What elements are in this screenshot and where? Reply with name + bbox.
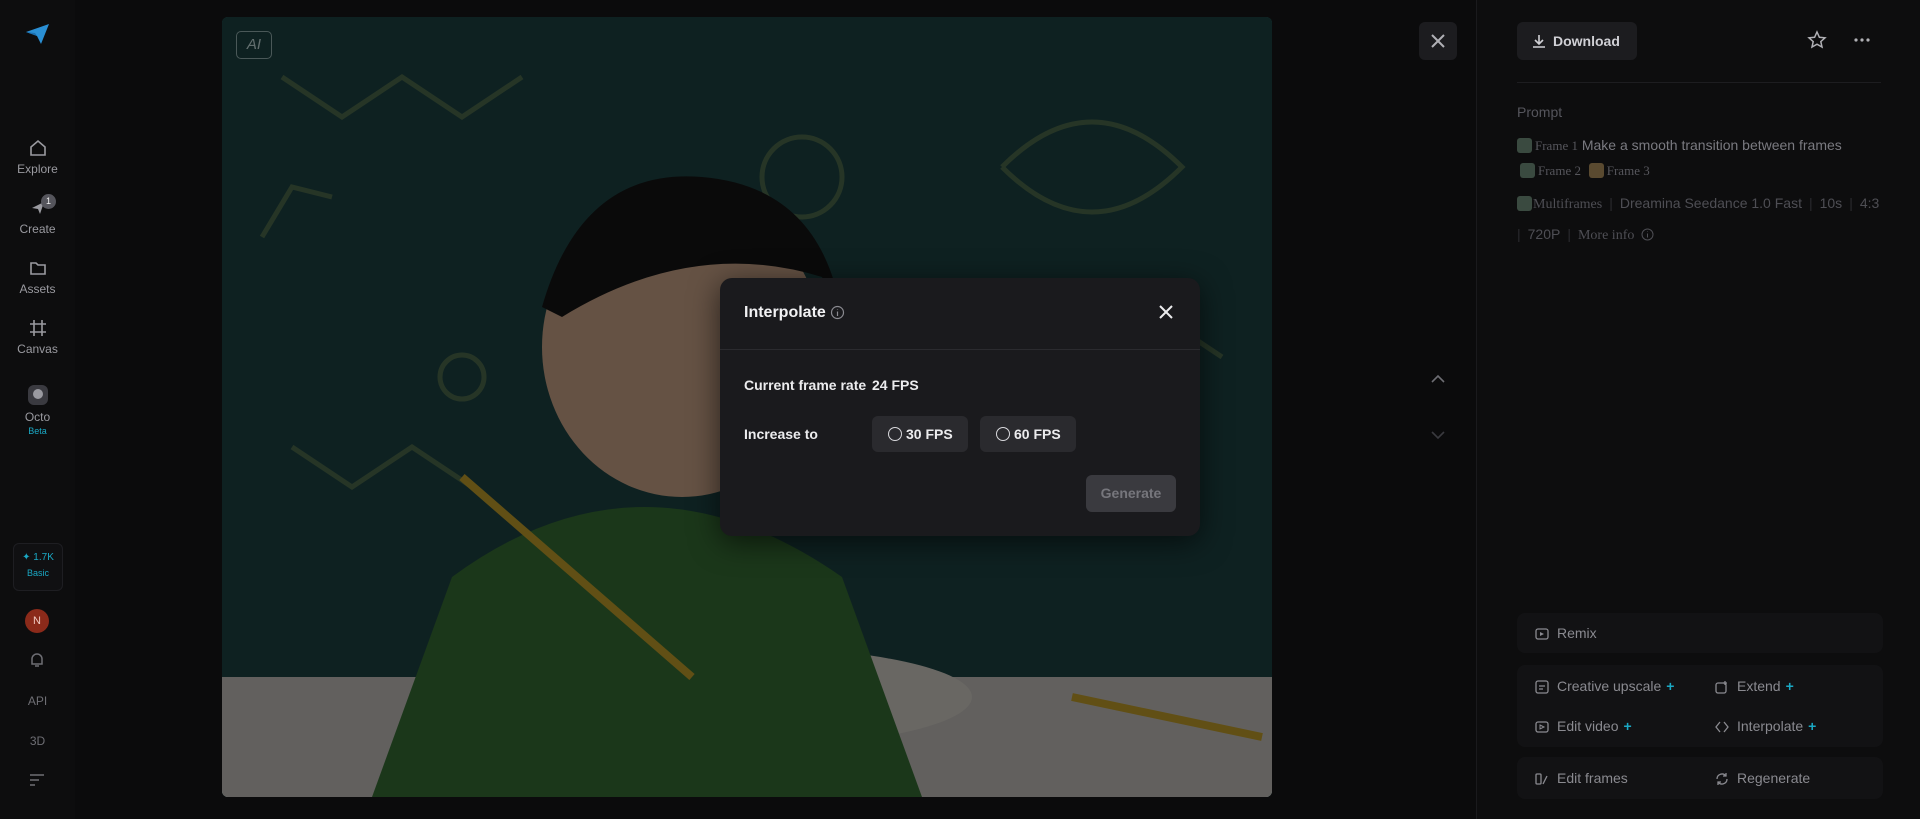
nav-octo-label: Octo (24, 410, 51, 424)
interpolate-dialog: Interpolate Current frame rate 24 FPS In… (720, 278, 1200, 536)
bell-icon[interactable] (28, 651, 46, 669)
nav-assets-label: Assets (19, 282, 56, 296)
nav-octo[interactable]: Octo Beta (0, 384, 75, 436)
canvas-icon (29, 320, 46, 336)
plan-tier: Basic (26, 568, 49, 578)
duration: 10s (1819, 195, 1843, 211)
create-badge: 1 (41, 194, 56, 209)
more-info-link[interactable]: More info (1578, 228, 1634, 243)
current-frame-rate-value: 24 FPS (872, 377, 919, 393)
premium-plus-icon: + (1623, 718, 1632, 734)
frame-2-chip[interactable]: Frame 2 (1538, 163, 1581, 179)
edit-frames-icon (1535, 773, 1548, 785)
meta-line-2: | 720P | More info (1517, 226, 1654, 244)
frame-thumbnail (1517, 196, 1532, 211)
dialog-divider (720, 349, 1200, 350)
generate-button[interactable]: Generate (1086, 475, 1176, 512)
remix-icon (1535, 628, 1549, 640)
fps-60-label: 60 FPS (1014, 426, 1061, 442)
edit-frames-button[interactable]: Edit frames (1535, 770, 1628, 786)
home-icon (29, 139, 46, 156)
download-icon (1533, 35, 1545, 48)
premium-plus-icon: + (1785, 678, 1794, 694)
nav-canvas-label: Canvas (17, 342, 58, 356)
interpolate-button[interactable]: Interpolate + (1715, 718, 1816, 734)
fps-30-option[interactable]: 30 FPS (872, 416, 968, 452)
nav-explore[interactable]: Explore (0, 138, 75, 176)
prompt-line-1: Frame 1 Make a smooth transition between… (1517, 137, 1842, 154)
increase-to-label: Increase to (744, 426, 818, 442)
star-icon[interactable] (1807, 30, 1827, 50)
nav-assets[interactable]: Assets (0, 258, 75, 296)
download-button[interactable]: Download (1517, 22, 1637, 60)
nav-create[interactable]: 1 Create (0, 194, 75, 236)
api-link[interactable]: API (0, 694, 75, 708)
model-name: Dreamina Seedance 1.0 Fast (1619, 195, 1802, 211)
edit-video-button[interactable]: Edit video + (1535, 718, 1632, 734)
frame-thumbnail (1588, 163, 1604, 178)
3d-link[interactable]: 3D (0, 734, 75, 748)
folder-icon (29, 262, 46, 275)
radio-button[interactable] (888, 427, 902, 441)
extend-icon (1715, 681, 1727, 694)
download-label: Download (1553, 33, 1620, 49)
meta-line-1: Multiframes | Dreamina Seedance 1.0 Fast | 1… (1517, 195, 1879, 213)
logo-icon[interactable] (23, 20, 51, 48)
close-icon[interactable] (1156, 302, 1176, 322)
current-frame-rate-label: Current frame rate (744, 377, 867, 393)
resolution: 720P (1527, 226, 1561, 242)
close-viewer-button[interactable] (1419, 22, 1457, 60)
edit-actions-box: Creative upscale + Extend + Edit video + In… (1517, 665, 1883, 747)
details-panel: Download Prompt Frame 1 Make a smooth tr… (1476, 0, 1920, 819)
info-icon[interactable] (830, 305, 845, 320)
octo-icon (27, 385, 48, 405)
beta-tag: Beta (28, 426, 47, 436)
close-icon (1431, 34, 1445, 48)
nav-canvas[interactable]: Canvas (0, 318, 75, 356)
regenerate-button[interactable]: Regenerate (1715, 770, 1810, 786)
remix-button[interactable]: Remix (1535, 625, 1597, 641)
credits-badge[interactable]: ✦ 1.7K Basic (13, 543, 63, 591)
frame-3-chip[interactable]: Frame 3 (1607, 163, 1650, 179)
frame-thumbnail (1520, 163, 1535, 178)
frame-1-chip[interactable]: Frame 1 (1535, 138, 1578, 154)
left-nav: Explore 1 Create Assets Canvas Octo Beta… (0, 0, 75, 819)
ai-watermark: AI (236, 31, 272, 59)
frame-thumbnail (1517, 138, 1532, 153)
prompt-text: Make a smooth transition between frames (1581, 137, 1842, 153)
prompt-line-2: Frame 2 Frame 3 (1517, 162, 1650, 179)
creative-upscale-button[interactable]: Creative upscale + (1535, 678, 1674, 694)
radio-button[interactable] (996, 427, 1010, 441)
frames-box: Edit frames Regenerate (1517, 757, 1883, 799)
fps-60-option[interactable]: 60 FPS (980, 416, 1076, 452)
nav-explore-label: Explore (17, 162, 58, 176)
prompt-label: Prompt (1517, 104, 1563, 120)
avatar[interactable]: N (25, 609, 49, 633)
menu-icon[interactable] (29, 773, 45, 787)
fps-30-label: 30 FPS (906, 426, 953, 442)
premium-plus-icon: + (1666, 678, 1675, 694)
regenerate-icon (1716, 773, 1728, 785)
interpolate-icon (1715, 721, 1729, 733)
nav-create-label: Create (19, 222, 56, 236)
info-icon (1641, 228, 1654, 241)
mode-tag: Multiframes (1533, 197, 1603, 212)
extend-button[interactable]: Extend + (1715, 678, 1794, 694)
remix-box: Remix (1517, 613, 1883, 653)
chevron-down-icon[interactable] (1428, 425, 1448, 445)
aspect-ratio: 4:3 (1859, 195, 1880, 211)
upscale-icon (1535, 680, 1549, 694)
panel-divider (1517, 82, 1881, 83)
edit-video-icon (1535, 721, 1549, 733)
premium-plus-icon: + (1808, 718, 1817, 734)
more-icon[interactable] (1852, 30, 1872, 50)
credits-amount: ✦ 1.7K (22, 552, 54, 563)
dialog-title: Interpolate (744, 304, 826, 321)
chevron-up-icon[interactable] (1428, 369, 1448, 389)
